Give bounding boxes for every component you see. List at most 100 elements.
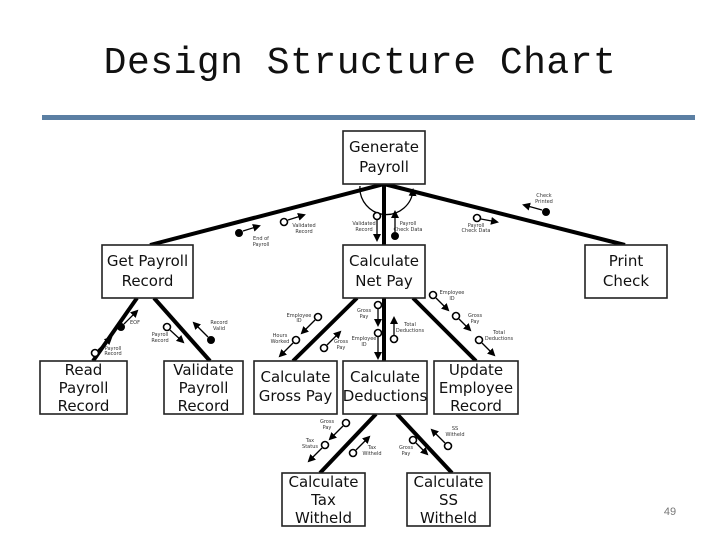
module-label: Deductions (343, 387, 428, 405)
module-generate-payroll[interactable]: Generate Payroll (342, 130, 426, 185)
data-couple-icon (291, 335, 301, 345)
couple-gross-pay-tax: Gross Pay (320, 418, 351, 441)
data-couple-icon (279, 217, 289, 227)
svg-text:Pay: Pay (337, 345, 346, 351)
couple-total-deductions-up: Total Deductions (389, 316, 425, 344)
module-label: Payroll (179, 379, 229, 397)
module-calculate-deductions[interactable]: Calculate Deductions (342, 360, 428, 415)
couple-payroll-check-data: Payroll Check Data (391, 210, 423, 240)
svg-text:Record: Record (295, 229, 312, 235)
data-couple-icon (408, 435, 418, 445)
module-label: Check (603, 272, 649, 290)
couple-hours-worked: Hours Worked (271, 333, 301, 358)
svg-text:Pay: Pay (323, 425, 332, 431)
module-label: Update (449, 361, 503, 379)
module-label: Gross Pay (259, 387, 333, 405)
module-label: Calculate (350, 368, 420, 386)
svg-text:Witheld: Witheld (363, 451, 382, 457)
svg-text:Pay: Pay (471, 319, 480, 325)
svg-text:Pay: Pay (360, 314, 369, 320)
data-couple-icon (428, 290, 438, 300)
couple-tax-status: Tax Status (302, 438, 330, 463)
svg-text:Deductions: Deductions (396, 328, 425, 334)
data-couple-icon (341, 418, 351, 428)
svg-text:ID: ID (296, 318, 301, 324)
module-label: Payroll (359, 158, 409, 176)
couple-gross-pay-down: Gross Pay (357, 300, 383, 327)
svg-text:Payroll: Payroll (253, 242, 270, 248)
svg-text:Status: Status (302, 444, 318, 450)
module-label: Calculate (288, 473, 358, 491)
data-couple-icon (90, 348, 100, 358)
data-couple-icon (313, 312, 323, 322)
svg-text:Record: Record (151, 338, 168, 344)
couple-total-deductions-update: Total Deductions (474, 330, 514, 357)
connector-generate-to-print (383, 182, 626, 247)
svg-text:Deductions: Deductions (485, 336, 514, 342)
svg-text:Check Data: Check Data (462, 228, 491, 234)
data-couple-icon (472, 213, 482, 223)
module-calculate-net-pay[interactable]: Calculate Net Pay (342, 244, 426, 299)
couple-employee-id-update: Employee ID (428, 290, 464, 312)
svg-text:Record: Record (355, 227, 372, 233)
module-calculate-ss-witheld[interactable]: Calculate SS Witheld (406, 472, 491, 527)
module-label: Employee (439, 379, 513, 397)
control-flag-icon (207, 336, 215, 344)
couple-gross-pay-up: Gross Pay (319, 330, 348, 353)
control-flag-icon (117, 323, 125, 331)
connector-deductions-to-ss (395, 412, 454, 475)
module-label: Record (58, 397, 110, 415)
svg-text:Worked: Worked (271, 339, 290, 345)
data-couple-icon (320, 440, 330, 450)
module-get-payroll-record[interactable]: Get Payroll Record (101, 244, 194, 299)
module-label: Record (178, 397, 230, 415)
module-label: Tax (310, 491, 336, 509)
couple-gross-pay-update: Gross Pay (451, 311, 482, 332)
data-couple-icon (373, 300, 383, 310)
svg-text:Check Data: Check Data (394, 227, 423, 233)
module-label: Validate (173, 361, 233, 379)
module-calculate-gross-pay[interactable]: Calculate Gross Pay (253, 360, 338, 415)
module-label: Get Payroll (107, 252, 188, 270)
couple-tax-witheld: Tax Witheld (348, 435, 382, 458)
svg-text:EOF: EOF (130, 320, 140, 326)
svg-text:Record: Record (104, 351, 121, 357)
control-flag-icon (391, 232, 399, 240)
svg-text:Valid: Valid (213, 326, 225, 332)
data-couple-icon (389, 334, 399, 344)
module-label: Payroll (59, 379, 109, 397)
module-validate-payroll-record[interactable]: Validate Payroll Record (163, 360, 244, 415)
structure-chart: Generate Payroll Get Payroll Record Calc… (39, 130, 668, 527)
data-couple-icon (443, 441, 453, 451)
module-print-check[interactable]: Print Check (584, 244, 668, 299)
data-couple-icon (348, 448, 358, 458)
control-flag-icon (542, 208, 550, 216)
module-label: Net Pay (355, 272, 413, 290)
couple-validated-record-center: Validated Record (352, 211, 382, 242)
couple-employee-id-deductions: Employee ID (352, 328, 383, 360)
svg-text:ID: ID (361, 342, 366, 348)
couple-validated-record-left: Validated Record (279, 212, 316, 235)
couple-employee-id-gross: Employee ID (287, 312, 323, 335)
module-label: Read (65, 361, 103, 379)
connector-get-to-validate (152, 296, 212, 363)
data-couple-icon (474, 335, 484, 345)
module-read-payroll-record[interactable]: Read Payroll Record (39, 360, 128, 415)
couple-check-printed: Check Printed (522, 193, 553, 216)
module-label: Record (450, 397, 502, 415)
svg-text:Printed: Printed (535, 199, 553, 205)
module-update-employee-record[interactable]: Update Employee Record (433, 360, 519, 415)
couple-payroll-check-data-right: Payroll Check Data (462, 213, 499, 234)
module-label: Witheld (420, 509, 477, 527)
module-label: Generate (349, 138, 419, 156)
module-label: SS (439, 491, 458, 509)
couple-record-valid: Record Valid (192, 320, 228, 344)
module-calculate-tax-witheld[interactable]: Calculate Tax Witheld (281, 472, 366, 527)
svg-text:Witheld: Witheld (446, 432, 465, 438)
module-label: Calculate (413, 473, 483, 491)
module-label: Record (122, 272, 174, 290)
control-flag-icon (235, 229, 243, 237)
data-couple-icon (162, 322, 172, 332)
module-label: Witheld (295, 509, 352, 527)
svg-text:ID: ID (449, 296, 454, 302)
